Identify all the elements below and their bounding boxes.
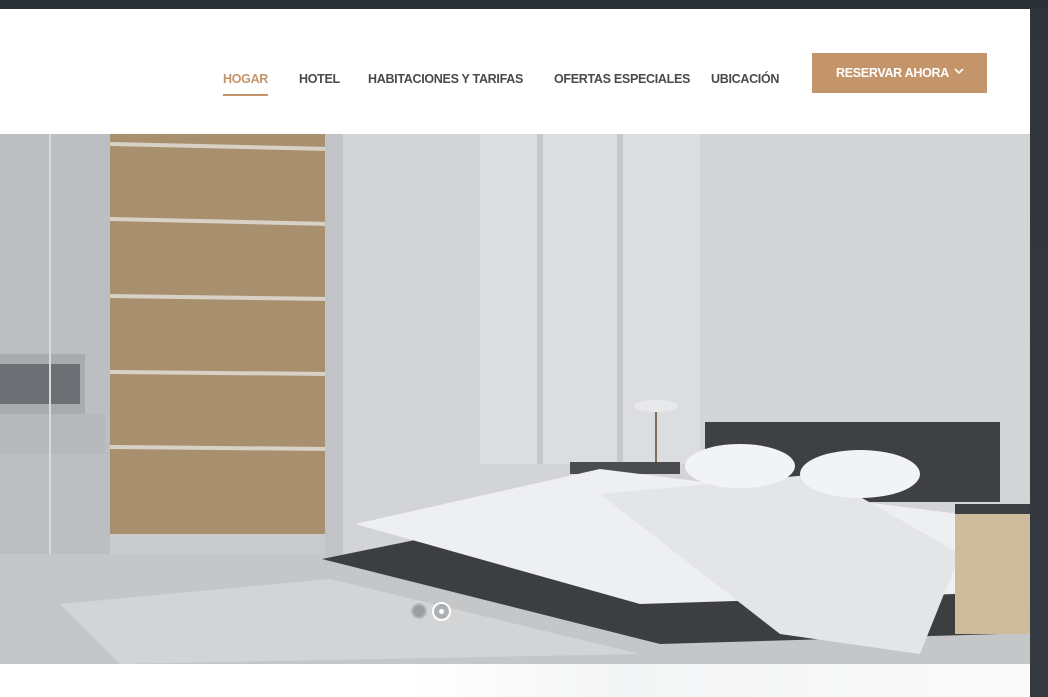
nav-item-ubicacion[interactable]: UBICACIÓN [711,72,779,86]
nav-item-habitaciones[interactable]: HABITACIONES Y TARIFAS [368,72,523,86]
nav-item-hotel[interactable]: HOTEL [299,72,340,86]
top-border [0,0,1048,9]
book-now-label: RESERVAR AHORA [836,66,949,80]
chevron-down-icon [954,68,964,75]
site-header: HOGAR HOTEL HABITACIONES Y TARIFAS OFERT… [0,9,1030,134]
hero-bedroom-image [0,134,1030,664]
slider-dot-2-active[interactable] [432,602,451,621]
hero-slider [0,134,1030,664]
right-border [1030,9,1048,697]
nav-item-ofertas[interactable]: OFERTAS ESPECIALES [554,72,690,86]
content-section-top [0,664,1030,697]
nav-item-hogar[interactable]: HOGAR [223,72,268,86]
slider-dot-1[interactable] [411,603,427,619]
active-nav-indicator [223,94,268,96]
book-now-button[interactable]: RESERVAR AHORA [812,53,987,93]
